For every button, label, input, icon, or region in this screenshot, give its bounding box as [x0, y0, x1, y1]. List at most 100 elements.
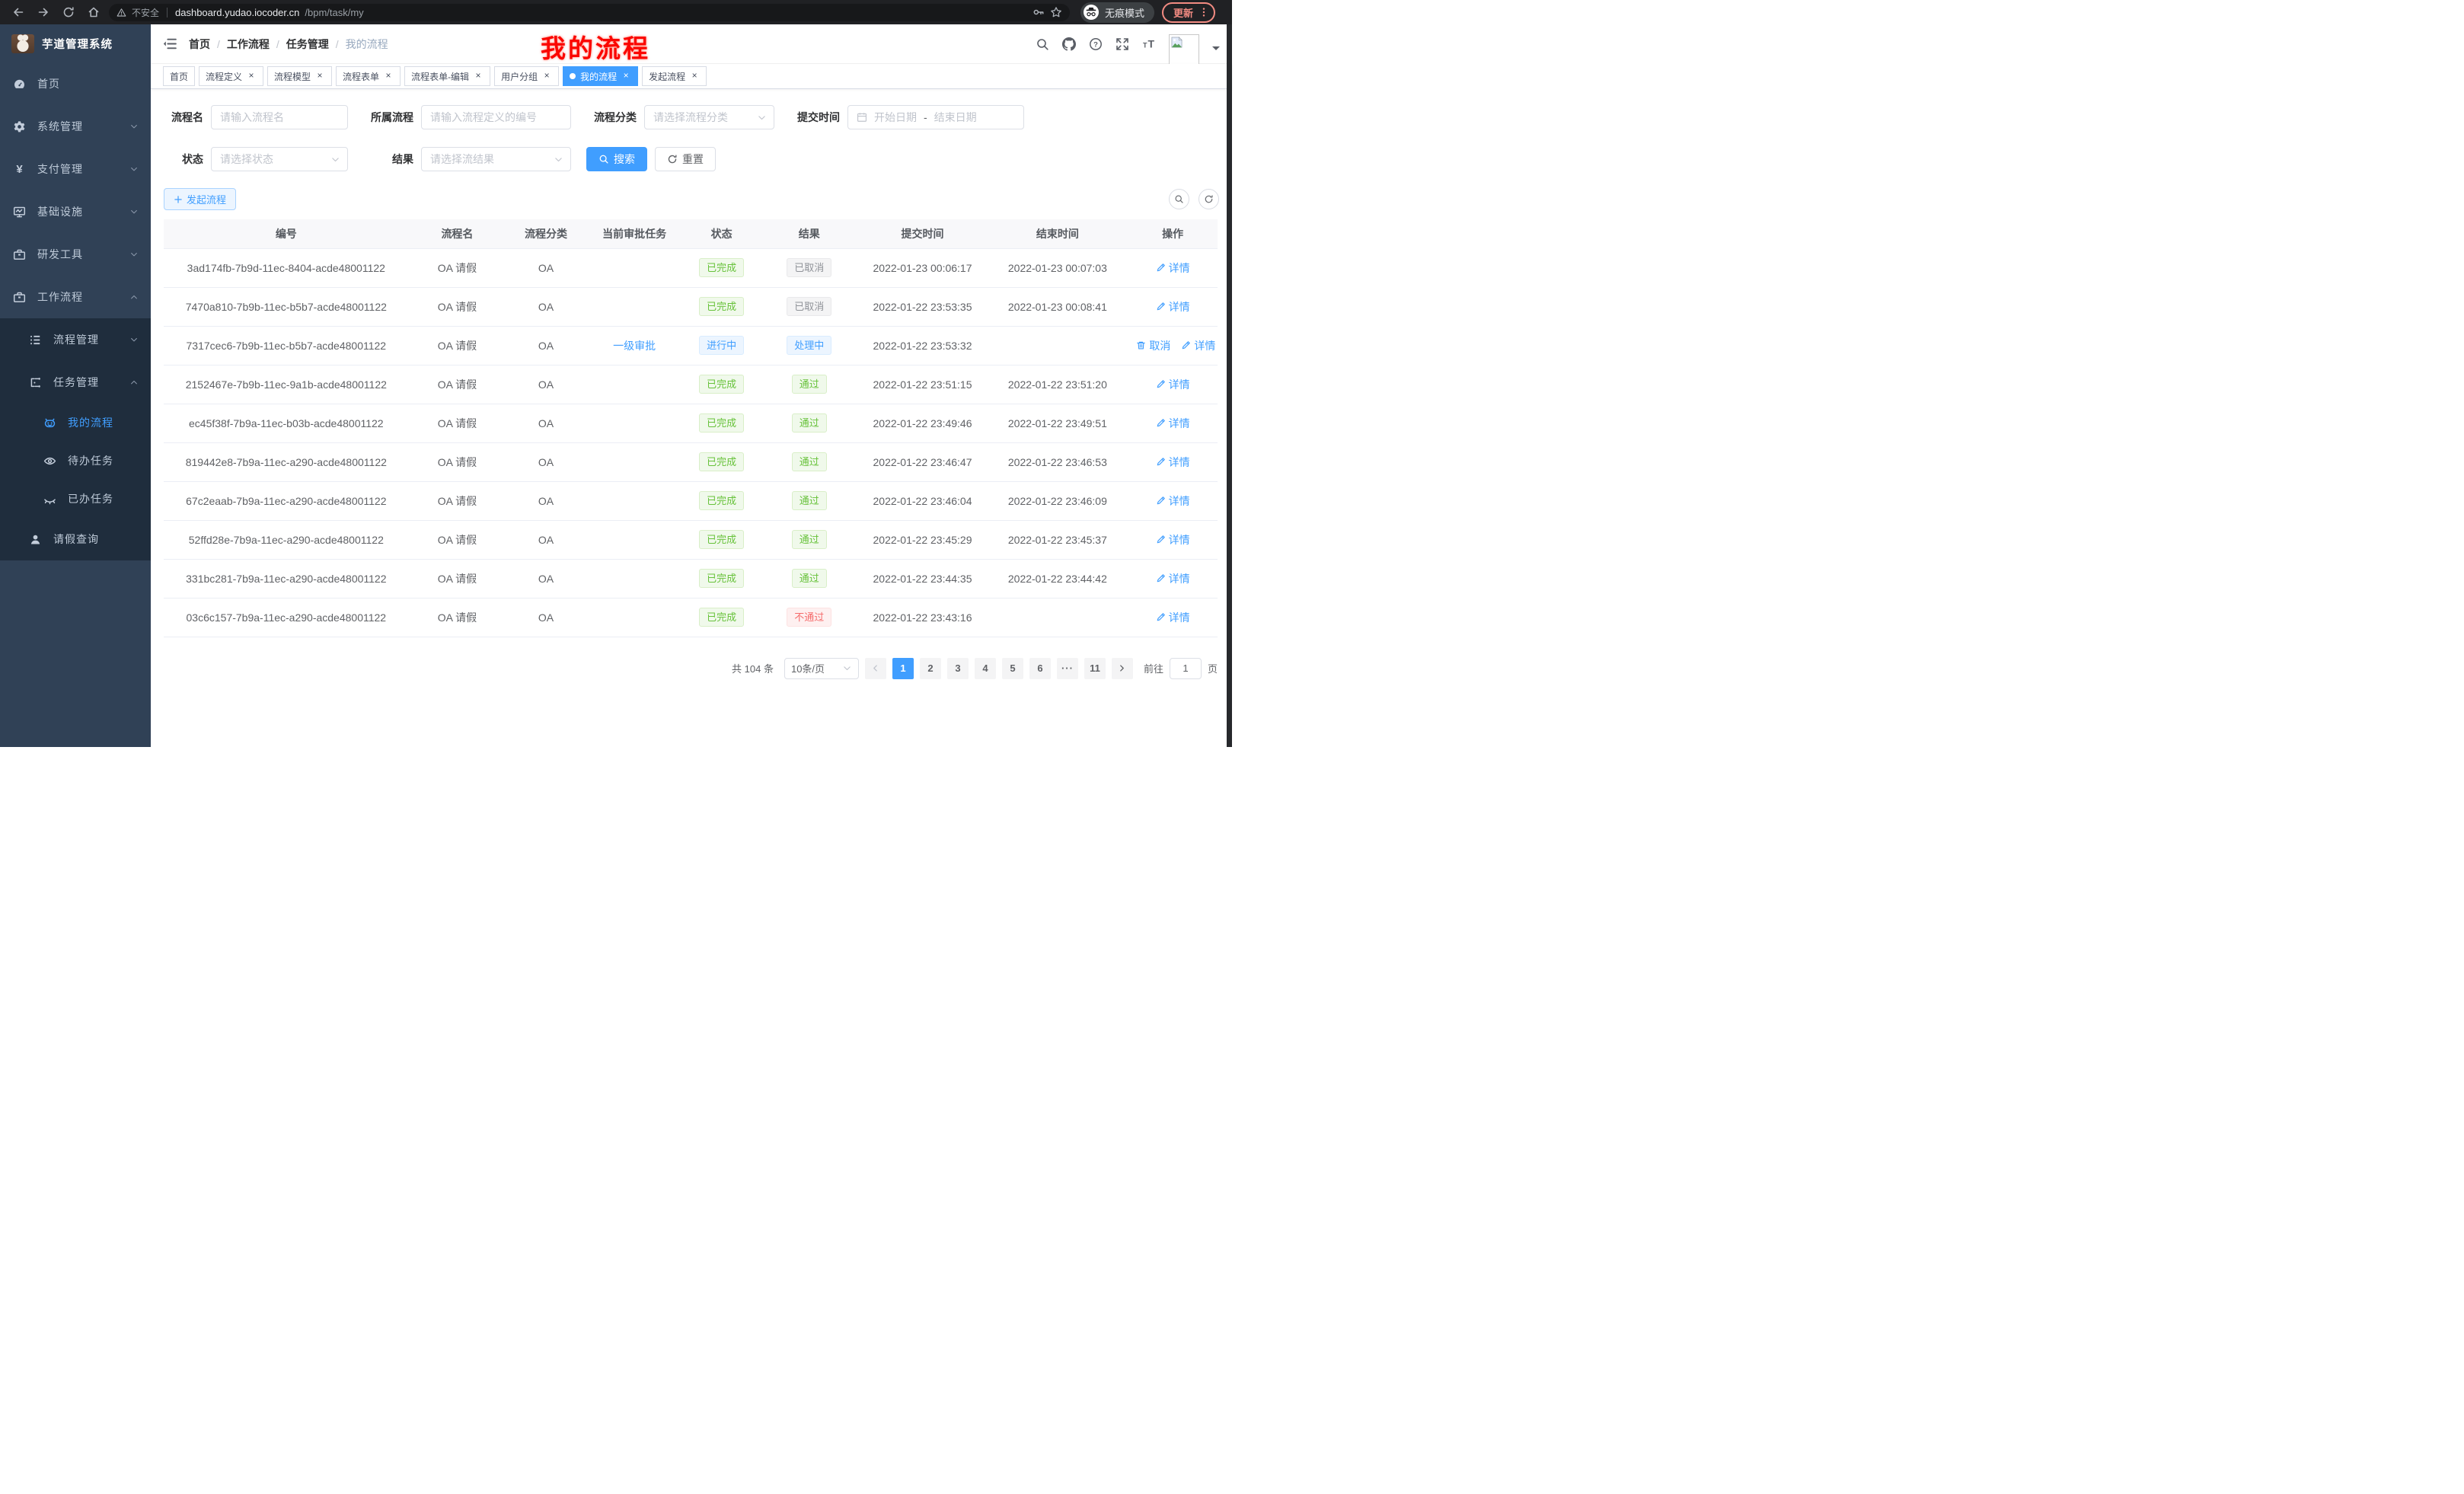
address-bar[interactable]: 不安全 dashboard.yudao.iocoder.cn/bpm/task/…	[109, 4, 1070, 21]
detail-action[interactable]: 详情	[1156, 260, 1190, 276]
forward-icon[interactable]	[37, 6, 49, 18]
home-icon[interactable]	[88, 6, 100, 18]
password-key-icon[interactable]	[1033, 6, 1045, 18]
browser-menu-dots-icon[interactable]	[1198, 7, 1209, 18]
cell-end-time: 2022-01-22 23:45:37	[987, 520, 1128, 559]
tab-首页[interactable]: 首页	[163, 66, 195, 86]
fullscreen-icon[interactable]	[1116, 37, 1129, 51]
tab-发起流程[interactable]: 发起流程×	[642, 66, 707, 86]
search-button[interactable]: 搜索	[586, 147, 647, 171]
security-label[interactable]: 不安全	[132, 6, 159, 19]
broken-image-icon	[1171, 37, 1183, 48]
filter-group-category: 流程分类 请选择流程分类	[586, 105, 774, 129]
category-select[interactable]: 请选择流程分类	[644, 105, 774, 129]
search-icon[interactable]	[1036, 37, 1049, 51]
goto-page-input[interactable]	[1170, 658, 1202, 679]
refresh-table-button[interactable]	[1198, 189, 1219, 209]
cell-result: 已取消	[761, 287, 858, 326]
prev-page-button[interactable]	[865, 658, 886, 679]
sidebar-item-infrastructure[interactable]: 基础设施	[0, 190, 151, 233]
sidebar-item-dev-tools[interactable]: 研发工具	[0, 233, 151, 276]
hamburger-icon[interactable]	[163, 37, 177, 50]
sidebar-item-leave-query[interactable]: 请假查询	[0, 518, 151, 560]
tab-流程表单[interactable]: 流程表单×	[336, 66, 401, 86]
current-task-link[interactable]: 一级审批	[613, 340, 656, 352]
close-icon[interactable]: ×	[314, 71, 325, 81]
tab-流程定义[interactable]: 流程定义×	[199, 66, 263, 86]
detail-action[interactable]: 详情	[1156, 493, 1190, 509]
result-select[interactable]: 请选择流结果	[421, 147, 571, 171]
breadcrumb-item[interactable]: 工作流程	[227, 37, 270, 52]
font-size-icon[interactable]: TT	[1142, 37, 1156, 51]
cell-result: 已取消	[761, 248, 858, 287]
process-name-input[interactable]	[211, 105, 348, 129]
tab-我的流程[interactable]: 我的流程×	[563, 66, 638, 86]
page-button-11[interactable]: 11	[1084, 658, 1106, 679]
detail-action[interactable]: 详情	[1156, 610, 1190, 625]
page-button-6[interactable]: 6	[1029, 658, 1051, 679]
tab-流程模型[interactable]: 流程模型×	[267, 66, 332, 86]
sidebar-item-label: 基础设施	[37, 204, 83, 219]
sidebar-item-process-management[interactable]: 流程管理	[0, 318, 151, 361]
reload-icon[interactable]	[62, 6, 75, 18]
close-icon[interactable]: ×	[541, 71, 552, 81]
avatar-caret-icon[interactable]	[1212, 46, 1220, 54]
cancel-action[interactable]: 取消	[1136, 338, 1170, 353]
close-icon[interactable]: ×	[621, 71, 631, 81]
detail-action[interactable]: 详情	[1156, 455, 1190, 470]
sidebar-item-done-tasks[interactable]: 已办任务	[0, 480, 151, 518]
sidebar-item-label: 任务管理	[53, 375, 99, 390]
detail-action[interactable]: 详情	[1156, 416, 1190, 431]
cell-id: 67c2eaab-7b9a-11ec-a290-acde48001122	[164, 481, 409, 520]
tab-用户分组[interactable]: 用户分组×	[494, 66, 559, 86]
submenu-task-management: 我的流程待办任务已办任务	[0, 404, 151, 518]
detail-action[interactable]: 详情	[1156, 532, 1190, 547]
page-button-3[interactable]: 3	[947, 658, 969, 679]
cell-category: OA	[506, 326, 586, 365]
sidebar-item-my-process[interactable]: 我的流程	[0, 404, 151, 442]
status-select[interactable]: 请选择状态	[211, 147, 348, 171]
detail-action[interactable]: 详情	[1156, 377, 1190, 392]
sidebar-item-todo-tasks[interactable]: 待办任务	[0, 442, 151, 480]
sidebar-item-home[interactable]: 首页	[0, 62, 151, 105]
close-icon[interactable]: ×	[473, 71, 484, 81]
sidebar-item-system-management[interactable]: 系统管理	[0, 105, 151, 148]
github-icon[interactable]	[1062, 37, 1076, 51]
update-button[interactable]: 更新	[1162, 2, 1215, 23]
page-button-4[interactable]: 4	[975, 658, 996, 679]
sidebar-item-payment-management[interactable]: ¥支付管理	[0, 148, 151, 190]
page-button-2[interactable]: 2	[920, 658, 941, 679]
tab-流程表单-编辑[interactable]: 流程表单-编辑×	[404, 66, 490, 86]
page-button-5[interactable]: 5	[1002, 658, 1023, 679]
security-warning-icon[interactable]	[116, 8, 126, 18]
reset-button[interactable]: 重置	[655, 147, 716, 171]
page-button-1[interactable]: 1	[892, 658, 914, 679]
start-process-button[interactable]: 发起流程	[164, 188, 236, 210]
close-icon[interactable]: ×	[246, 71, 257, 81]
table-row: 331bc281-7b9a-11ec-a290-acde48001122OA 请…	[164, 559, 1218, 598]
avatar[interactable]	[1169, 34, 1199, 65]
submit-time-range-picker[interactable]: 开始日期 - 结束日期	[847, 105, 1024, 129]
pager-ellipsis[interactable]: ···	[1057, 658, 1078, 679]
help-icon[interactable]: ?	[1089, 37, 1103, 51]
close-icon[interactable]: ×	[689, 71, 700, 81]
chevron-right-icon	[1118, 664, 1126, 672]
sidebar-item-workflow[interactable]: 工作流程	[0, 276, 151, 318]
sidebar-item-label: 研发工具	[37, 247, 83, 262]
sidebar-item-task-management[interactable]: 任务管理	[0, 361, 151, 404]
edit-icon	[1156, 496, 1166, 506]
detail-action[interactable]: 详情	[1181, 338, 1215, 353]
cell-end-time: 2022-01-23 00:08:41	[987, 287, 1128, 326]
bookmark-star-icon[interactable]	[1050, 6, 1062, 18]
logo[interactable]: 芋道管理系统	[0, 24, 151, 62]
show-search-button[interactable]	[1169, 189, 1189, 209]
back-icon[interactable]	[12, 6, 24, 18]
close-icon[interactable]: ×	[383, 71, 394, 81]
detail-action[interactable]: 详情	[1156, 299, 1190, 314]
breadcrumb-item[interactable]: 首页	[189, 37, 210, 52]
breadcrumb-item[interactable]: 任务管理	[286, 37, 329, 52]
next-page-button[interactable]	[1112, 658, 1133, 679]
detail-action[interactable]: 详情	[1156, 571, 1190, 586]
process-definition-input[interactable]	[421, 105, 571, 129]
page-size-select[interactable]: 10条/页	[784, 658, 859, 679]
